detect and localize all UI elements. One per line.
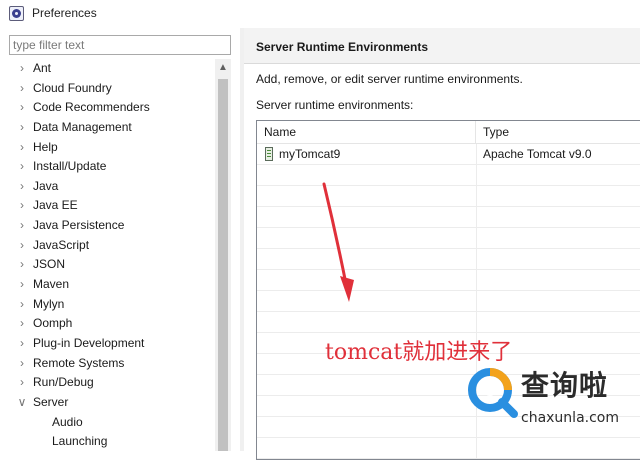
tree-item[interactable]: › Java xyxy=(9,177,215,197)
tree-item-label: Mylyn xyxy=(33,296,65,311)
chevron-right-icon[interactable]: › xyxy=(17,118,27,138)
chevron-right-icon[interactable]: › xyxy=(17,216,27,236)
page-header: Server Runtime Environments xyxy=(244,28,640,64)
tree-item-label: Data Management xyxy=(33,119,132,134)
tree-vertical-scrollbar[interactable]: ▲ xyxy=(215,59,231,451)
tree-item[interactable]: › Code Recommenders xyxy=(9,98,215,118)
tree-item-label: Server xyxy=(33,394,69,409)
chevron-right-icon[interactable]: › xyxy=(17,295,27,315)
tree-item-label: Java Persistence xyxy=(33,218,125,233)
tree-item[interactable]: › Plug-in Development xyxy=(9,334,215,354)
annotation-text: tomcat就加进来了 xyxy=(325,340,513,365)
tree-item-label: Cloud Foundry xyxy=(33,80,112,95)
tree-item[interactable]: › Help xyxy=(9,138,215,158)
runtime-type: Apache Tomcat v9.0 xyxy=(483,147,592,161)
chevron-right-icon[interactable]: › xyxy=(17,354,27,374)
column-header-type-label: Type xyxy=(483,125,510,139)
tree-item-label: Plug-in Development xyxy=(33,335,145,350)
chevron-right-icon[interactable]: › xyxy=(17,314,27,334)
tree-item-label: Run/Debug xyxy=(33,375,94,390)
tree-item[interactable]: › Java EE xyxy=(9,196,215,216)
column-header-name[interactable]: Name xyxy=(257,121,476,144)
chevron-right-icon[interactable]: › xyxy=(17,79,27,99)
preferences-navigation-pane: › Ant › Cloud Foundry › Code Recommenders › Dat… xyxy=(0,28,240,451)
server-runtime-icon xyxy=(265,147,273,161)
column-header-name-label: Name xyxy=(264,125,297,139)
chevron-right-icon[interactable]: › xyxy=(17,236,27,256)
tree-item[interactable]: Launching xyxy=(9,432,215,451)
tree-item[interactable]: › Ant xyxy=(9,59,215,79)
annotation-arrow xyxy=(322,182,354,302)
watermark-logo-icon xyxy=(468,368,518,418)
filter-input[interactable] xyxy=(9,35,231,55)
watermark-url: chaxunla.com xyxy=(521,410,619,426)
tree-item-label: Launching xyxy=(52,434,108,449)
chevron-right-icon[interactable]: › xyxy=(17,373,27,393)
column-header-type[interactable]: Type xyxy=(476,121,640,144)
chevron-right-icon[interactable]: › xyxy=(17,196,27,216)
chevron-right-icon[interactable]: › xyxy=(17,255,27,275)
chevron-right-icon[interactable]: › xyxy=(17,59,27,79)
empty-table-row xyxy=(257,312,640,333)
tree-item-label: Ant xyxy=(33,61,52,75)
chevron-right-icon[interactable]: › xyxy=(17,138,27,158)
tree-item-label: Oomph xyxy=(33,316,73,331)
tree-item-label: JSON xyxy=(33,257,66,272)
tree-item-label: Java EE xyxy=(33,198,78,213)
tree-item-label: Maven xyxy=(33,277,70,292)
tree-item-label: Remote Systems xyxy=(33,355,125,370)
tree-item[interactable]: › Java Persistence xyxy=(9,216,215,236)
tree-item-label: Audio xyxy=(52,414,83,429)
tree-item-label: JavaScript xyxy=(33,237,90,252)
tree-item[interactable]: › Remote Systems xyxy=(9,354,215,374)
scrollbar-thumb[interactable] xyxy=(218,79,228,451)
tree-item[interactable]: Audio xyxy=(9,413,215,433)
scroll-up-arrow-icon[interactable]: ▲ xyxy=(215,61,231,75)
runtime-name: myTomcat9 xyxy=(279,147,341,161)
tree-item[interactable]: › JSON xyxy=(9,255,215,275)
table-row[interactable]: myTomcat9 Apache Tomcat v9.0 xyxy=(257,144,640,165)
tree-item[interactable]: › Data Management xyxy=(9,118,215,138)
watermark-title: 查询啦 xyxy=(521,369,609,402)
chevron-right-icon[interactable]: › xyxy=(17,275,27,295)
chevron-right-icon[interactable]: › xyxy=(17,98,27,118)
tree-item[interactable]: › Mylyn xyxy=(9,295,215,315)
page-description: Add, remove, or edit server runtime envi… xyxy=(256,72,523,86)
runtime-list-label: Server runtime environments: xyxy=(256,98,414,112)
chevron-down-icon[interactable]: ∨ xyxy=(17,393,27,413)
tree-item[interactable]: › Install/Update xyxy=(9,157,215,177)
chevron-right-icon[interactable]: › xyxy=(17,177,27,197)
window-title: Preferences xyxy=(32,6,97,20)
empty-table-row xyxy=(257,438,640,459)
tree-item[interactable]: › JavaScript xyxy=(9,236,215,256)
tree-item-label: Install/Update xyxy=(33,159,107,174)
tree-item[interactable]: › Cloud Foundry xyxy=(9,79,215,99)
tree-item-label: Code Recommenders xyxy=(33,100,150,115)
chevron-right-icon[interactable]: › xyxy=(17,157,27,177)
tree-item[interactable]: › Oomph xyxy=(9,314,215,334)
preferences-tree: › Ant › Cloud Foundry › Code Recommenders › Dat… xyxy=(9,59,215,451)
page-title: Server Runtime Environments xyxy=(256,40,429,54)
chevron-right-icon[interactable]: › xyxy=(17,334,27,354)
tree-item[interactable]: ∨ Server xyxy=(9,393,215,413)
title-bar: Preferences xyxy=(0,0,640,28)
eclipse-app-icon xyxy=(9,6,24,21)
tree-item[interactable]: › Maven xyxy=(9,275,215,295)
tree-item-label: Help xyxy=(33,139,58,154)
tree-item-label: Java xyxy=(33,178,59,193)
tree-item[interactable]: › Run/Debug xyxy=(9,373,215,393)
